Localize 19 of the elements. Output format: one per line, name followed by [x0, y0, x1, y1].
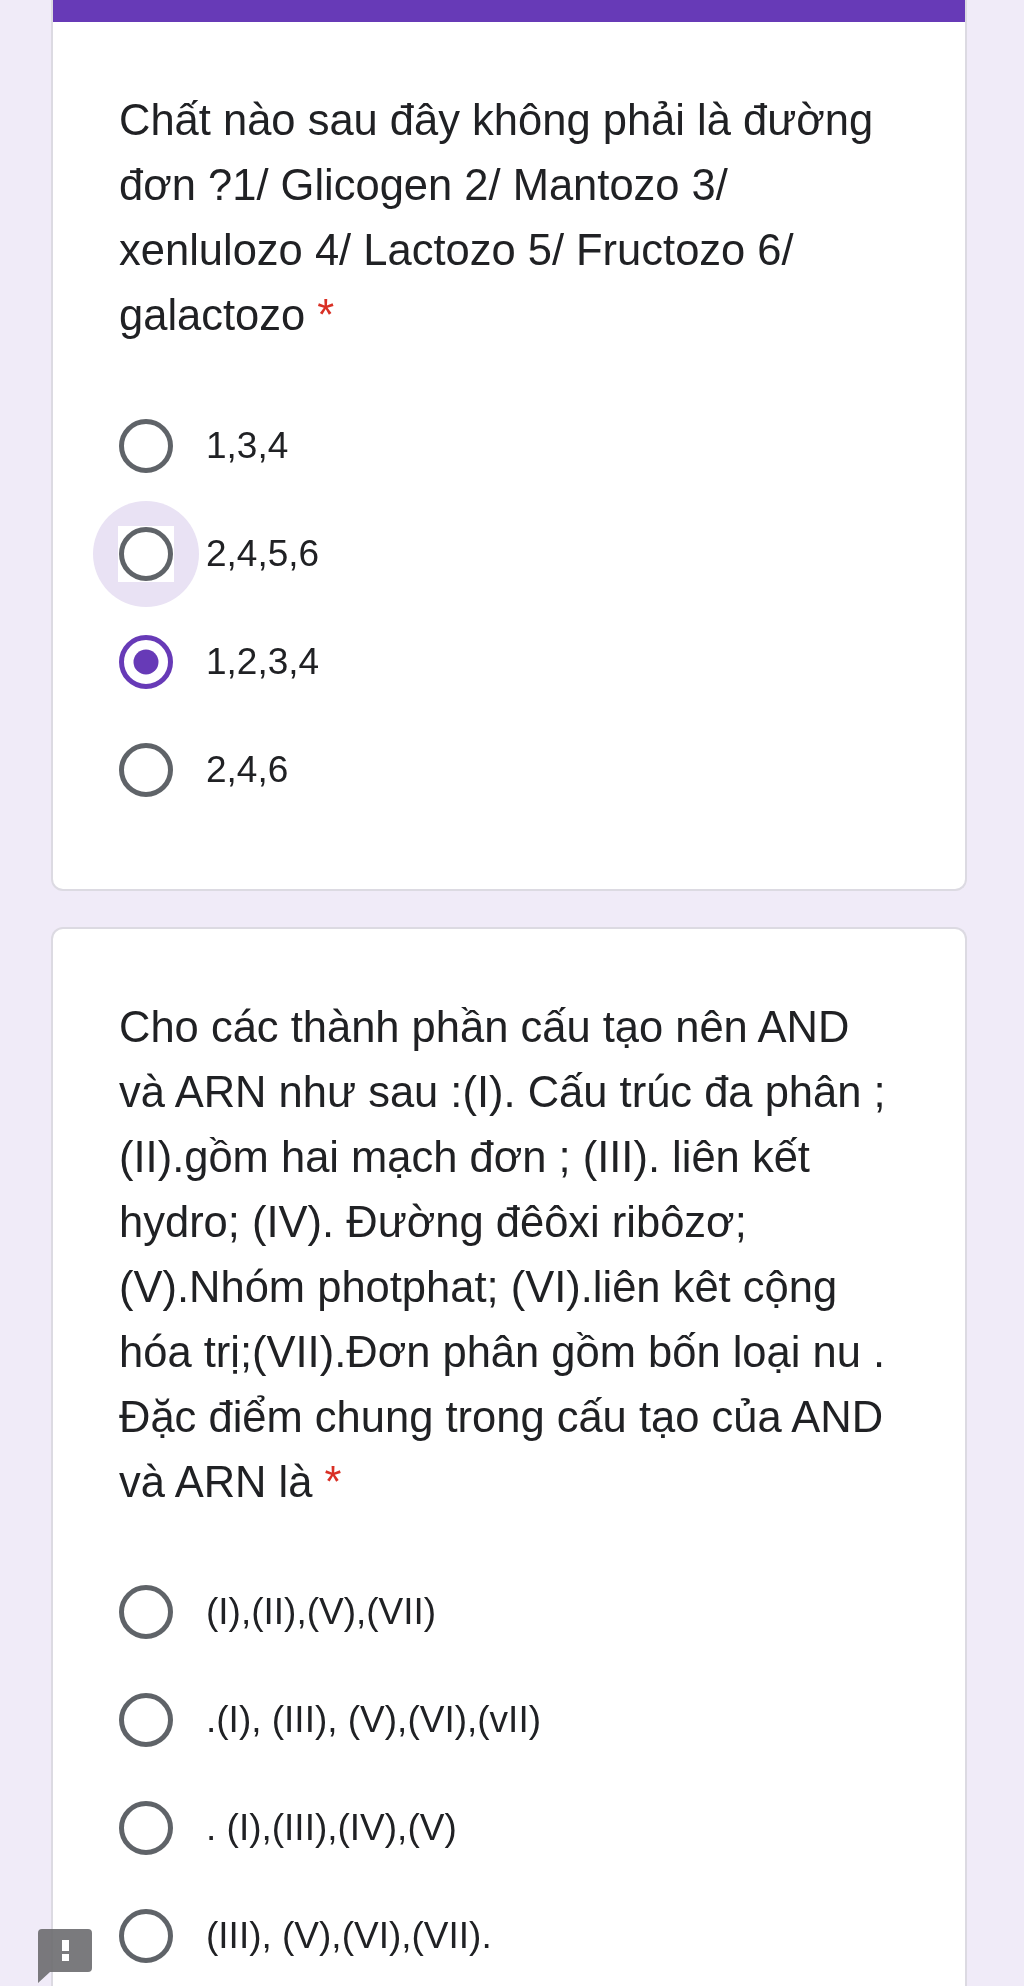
radio-button[interactable] [119, 743, 173, 797]
radio-button[interactable] [119, 635, 173, 689]
option-label[interactable]: (I),(II),(V),(VII) [206, 1588, 437, 1636]
radio-button[interactable] [119, 1909, 173, 1963]
radio-button[interactable] [119, 1693, 173, 1747]
option-label[interactable]: . (I),(III),(IV),(V) [206, 1804, 457, 1852]
question-text: Chất nào sau đây không phải là đường đơn ?1/ Glicogen 2/ Mantozo 3/ xenlulozo 4/ Lactozo 5/ Fructozo 6/ galactozo * [119, 95, 875, 341]
option-label[interactable]: 1,2,3,4 [206, 638, 320, 686]
radio-button[interactable] [119, 1585, 173, 1639]
radio-button[interactable] [119, 419, 173, 473]
radio-button[interactable] [119, 527, 173, 581]
radio-button[interactable] [119, 1801, 173, 1855]
option-label[interactable]: 1,3,4 [206, 422, 289, 470]
option-label[interactable]: 2,4,6 [206, 746, 289, 794]
option-label[interactable]: (III), (V),(VI),(VII). [206, 1912, 492, 1960]
question-text: Cho các thành phần cấu tạo nên AND và ARN như sau :(I). Cấu trúc đa phân ; (II).gồm hai mạch đơn ; (III). liên kết hydro; (IV). Đường đêôxi ribôzơ; (V).Nhóm photphat; (VI).liên kêt cộng hóa trị;(VII).Đơn phân gồm bốn loại nu . Đặc điểm chung trong cấu tạo của AND và ARN là * [119, 1002, 887, 1508]
option-label[interactable]: .(I), (III), (V),(VI),(vII) [206, 1696, 541, 1744]
alert-bubble-icon[interactable] [38, 1929, 92, 1983]
option-label[interactable]: 2,4,5,6 [206, 530, 320, 578]
